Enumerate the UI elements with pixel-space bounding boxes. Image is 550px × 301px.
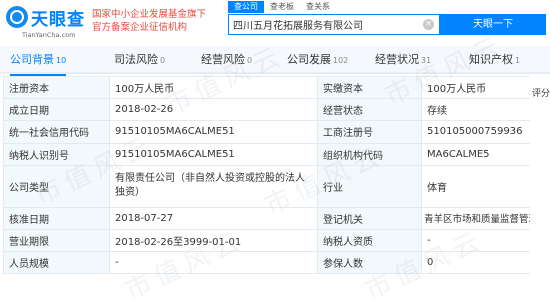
tab-operating-status[interactable]: 经营状况 31 bbox=[375, 46, 431, 74]
eye-logo-icon bbox=[6, 6, 28, 28]
tab-label: 司法风险 bbox=[114, 53, 158, 66]
credit-code-value: 91510105MA6CALME51 bbox=[109, 120, 318, 144]
industry-label: 行业 bbox=[317, 164, 422, 208]
table-row: 统一社会信用代码 91510105MA6CALME51 工商注册号 510105… bbox=[3, 120, 531, 144]
tab-label: 经营风险 bbox=[201, 53, 245, 66]
tab-count: 0 bbox=[247, 56, 253, 65]
table-row: 营业期限 2018-02-26至3999-01-01 纳税人资质 - bbox=[3, 228, 531, 253]
tab-operating-risk[interactable]: 经营风险 0 bbox=[201, 46, 252, 74]
status-label: 经营状态 bbox=[317, 98, 422, 122]
term-value: 2018-02-26至3999-01-01 bbox=[109, 228, 318, 253]
status-value: 存续 bbox=[421, 98, 531, 122]
founded-label: 成立日期 bbox=[3, 98, 110, 122]
tab-company-background[interactable]: 公司背景 10 bbox=[10, 46, 67, 76]
tab-company-development[interactable]: 公司发展 102 bbox=[287, 46, 348, 74]
table-row: 人员规模 - 参保人数 0 bbox=[3, 251, 531, 275]
approval-date-value: 2018-07-27 bbox=[109, 206, 318, 230]
top-header: 天眼查 TianYanCha.com 国家中小企业发展基金旗下 官方备案企业征信… bbox=[0, 0, 550, 44]
org-code-value: MA6CALME5 bbox=[421, 142, 531, 166]
tab-count: 10 bbox=[56, 56, 67, 65]
table-row: 注册资本 100万人民币 实缴资本 100万人民币 bbox=[3, 75, 531, 100]
org-code-label: 组织机构代码 bbox=[317, 142, 422, 166]
table-row: 核准日期 2018-07-27 登记机关 青羊区市场和质量监督管理局 bbox=[3, 206, 531, 230]
authority-value: 青羊区市场和质量监督管理局 bbox=[421, 206, 531, 230]
staff-size-value: - bbox=[109, 251, 318, 275]
tab-judicial-risk[interactable]: 司法风险 0 bbox=[114, 46, 165, 74]
tab-intellectual-property[interactable]: 知识产权 1 bbox=[469, 46, 520, 74]
tab-label: 公司发展 bbox=[287, 53, 331, 66]
rating-label: 评分 bbox=[532, 89, 550, 99]
slogan: 国家中小企业发展基金旗下 官方备案企业征信机构 bbox=[92, 8, 206, 34]
reg-capital-label: 注册资本 bbox=[3, 75, 110, 100]
tab-count: 31 bbox=[421, 56, 432, 65]
table-row: 成立日期 2018-02-26 经营状态 存续 bbox=[3, 98, 531, 122]
slogan-line-1: 国家中小企业发展基金旗下 bbox=[92, 9, 207, 20]
approval-date-label: 核准日期 bbox=[3, 206, 110, 230]
rating-panel bbox=[530, 76, 550, 301]
search-type-tabs: 查公司 查老板 查关系 bbox=[228, 1, 336, 13]
founded-value: 2018-02-26 bbox=[109, 98, 318, 122]
biz-reg-no-value: 510105000759936 bbox=[421, 120, 531, 144]
tab-count: 1 bbox=[515, 56, 521, 65]
search-input[interactable] bbox=[229, 15, 419, 34]
staff-size-label: 人员规模 bbox=[3, 251, 110, 275]
company-type-label: 公司类型 bbox=[3, 164, 110, 208]
taxpayer-id-value: 91510105MA6CALME51 bbox=[109, 142, 318, 166]
taxpayer-qual-label: 纳税人资质 bbox=[317, 228, 422, 253]
logo-text: 天眼查 bbox=[31, 10, 85, 30]
tab-search-company[interactable]: 查公司 bbox=[228, 1, 264, 13]
tianyancha-logo[interactable]: 天眼查 TianYanCha.com bbox=[6, 4, 88, 40]
insured-value: 0 bbox=[421, 251, 531, 275]
tab-label: 公司背景 bbox=[10, 53, 54, 66]
paid-capital-value: 100万人民币 bbox=[421, 75, 531, 100]
tab-label: 经营状况 bbox=[375, 53, 419, 66]
search-box: × bbox=[228, 14, 440, 35]
table-row: 纳税人识别号 91510105MA6CALME51 组织机构代码 MA6CALM… bbox=[3, 142, 531, 166]
industry-value: 体育 bbox=[421, 164, 531, 208]
tab-count: 0 bbox=[160, 56, 166, 65]
taxpayer-qual-value: - bbox=[421, 228, 531, 253]
credit-code-label: 统一社会信用代码 bbox=[3, 120, 110, 144]
table-row: 公司类型 有限责任公司（非自然人投资或控股的法人独资） 行业 体育 bbox=[3, 164, 531, 208]
biz-reg-no-label: 工商注册号 bbox=[317, 120, 422, 144]
taxpayer-id-label: 纳税人识别号 bbox=[3, 142, 110, 166]
tab-count: 102 bbox=[333, 56, 349, 65]
slogan-line-2: 官方备案企业征信机构 bbox=[92, 22, 188, 33]
clear-icon[interactable]: × bbox=[423, 19, 434, 30]
company-type-value: 有限责任公司（非自然人投资或控股的法人独资） bbox=[109, 164, 318, 208]
authority-label: 登记机关 bbox=[317, 206, 422, 230]
section-tabs: 公司背景 10 司法风险 0 经营风险 0 公司发展 102 经营状况 31 知识产权 1 bbox=[0, 46, 550, 76]
business-info-table: 注册资本 100万人民币 实缴资本 100万人民币 成立日期 2018-02-2… bbox=[3, 75, 531, 275]
term-label: 营业期限 bbox=[3, 228, 110, 253]
tab-label: 知识产权 bbox=[469, 53, 513, 66]
paid-capital-label: 实缴资本 bbox=[317, 75, 422, 100]
tab-search-relation[interactable]: 查关系 bbox=[300, 1, 336, 13]
insured-label: 参保人数 bbox=[317, 251, 422, 275]
reg-capital-value: 100万人民币 bbox=[109, 75, 318, 100]
search-button[interactable]: 天眼一下 bbox=[440, 14, 546, 35]
logo-domain: TianYanCha.com bbox=[22, 31, 76, 39]
tab-search-boss[interactable]: 查老板 bbox=[264, 1, 300, 13]
